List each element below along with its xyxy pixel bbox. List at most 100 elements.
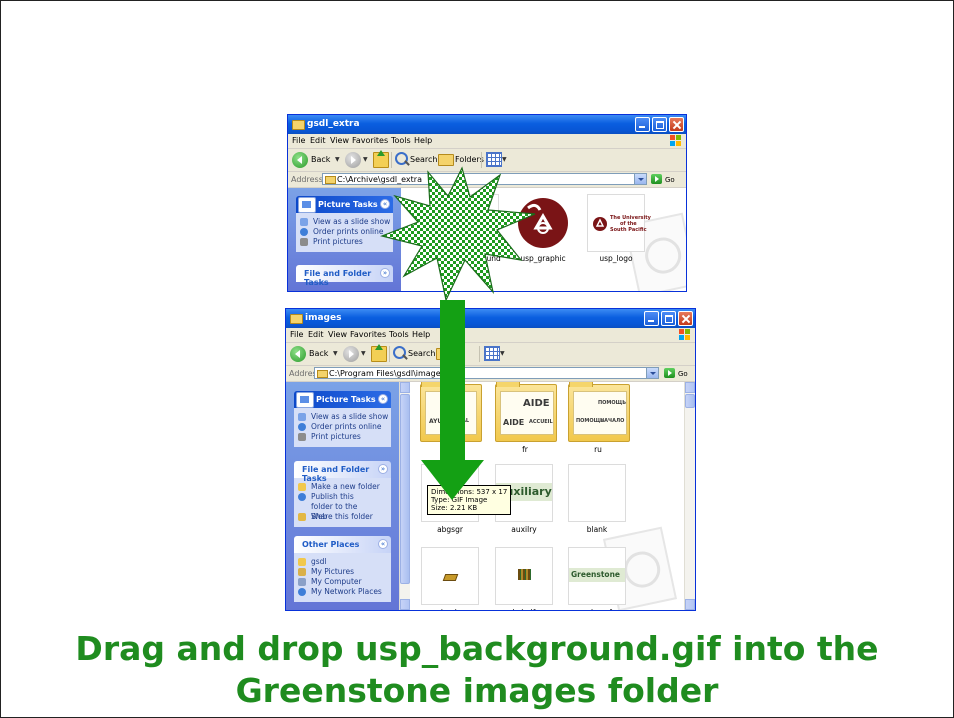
file-folder-tasks-header[interactable]: File and Folder Tasks » [296,265,393,287]
go-arrow-icon[interactable] [664,368,675,378]
task-label[interactable]: Order prints online [311,422,382,431]
address-dropdown-icon[interactable] [634,174,646,184]
folder-up-icon[interactable] [371,344,387,362]
picture-tasks-header[interactable]: Picture Tasks « [294,391,391,408]
back-dropdown-icon[interactable]: ▼ [333,350,338,357]
menu-view[interactable]: View [328,330,347,339]
views-icon[interactable] [486,152,502,167]
task-label[interactable]: Print pictures [313,237,363,246]
place-my-pictures[interactable]: My Pictures [294,567,391,577]
collapse-icon[interactable]: » [380,268,390,278]
menu-tools[interactable]: Tools [389,330,409,339]
maximize-button[interactable] [661,311,676,326]
other-places-header[interactable]: Other Places « [294,536,391,553]
search-button-label[interactable]: Search [408,349,435,358]
task-print-pictures[interactable]: Print pictures [294,432,391,442]
usp-logo-icon[interactable]: The University of the South Pacific [587,194,651,252]
task-share-folder[interactable]: Share this folder [294,512,391,522]
go-button-label[interactable]: Go [665,176,675,184]
views-dropdown-icon[interactable]: ▼ [500,350,505,357]
back-button-label[interactable]: Back [309,349,328,358]
task-view-slide-show[interactable]: View as a slide show [296,217,393,227]
address-value[interactable]: C:\Program Files\gsdl\images [329,369,445,378]
address-dropdown-icon[interactable] [646,368,658,378]
menu-favorites[interactable]: Favorites [350,330,386,339]
folder-label[interactable]: fr [485,445,565,454]
place-label[interactable]: My Pictures [311,567,354,576]
folders-icon[interactable] [438,154,454,166]
usp-graphic-icon[interactable] [514,194,572,252]
book-icon[interactable] [421,547,479,605]
task-order-prints[interactable]: Order prints online [296,227,393,237]
minimize-button[interactable] [644,311,659,326]
task-pane-scrollbar[interactable] [399,382,410,610]
title-bar[interactable]: images [286,309,695,328]
task-order-prints[interactable]: Order prints online [294,422,391,432]
menu-tools[interactable]: Tools [391,136,411,145]
task-publish-folder[interactable]: Publish this folder to the Web [294,492,375,521]
views-icon[interactable] [484,346,500,361]
file-label[interactable]: auxilry [484,525,564,534]
menu-file[interactable]: File [292,136,305,145]
menu-file[interactable]: File [290,330,303,339]
menu-view[interactable]: View [330,136,349,145]
address-value[interactable]: C:\Archive\gsdl_extra [337,175,422,184]
scroll-down-icon[interactable] [400,599,410,610]
menu-favorites[interactable]: Favorites [352,136,388,145]
menu-help[interactable]: Help [414,136,432,145]
back-dropdown-icon[interactable]: ▼ [335,156,340,163]
place-label[interactable]: My Computer [311,577,362,586]
forward-dropdown-icon[interactable]: ▼ [363,156,368,163]
task-label[interactable]: View as a slide show [311,412,388,421]
back-arrow-icon[interactable] [290,346,306,362]
search-icon[interactable] [395,152,408,165]
file-view-scrollbar[interactable] [684,382,695,610]
file-label[interactable]: book [410,608,490,610]
search-button-label[interactable]: Search [410,155,437,164]
place-my-computer[interactable]: My Computer [294,577,391,587]
maximize-button[interactable] [652,117,667,132]
file-label[interactable]: blank [557,525,637,534]
blank-icon[interactable] [568,464,626,522]
collapse-icon[interactable]: » [378,464,388,474]
usp-background-icon[interactable] [441,194,499,252]
file-label[interactable]: usp_background [430,254,510,263]
folders-button-label[interactable]: Folders [455,155,484,164]
place-gsdl[interactable]: gsdl [294,557,391,567]
file-label[interactable]: usp_graphic [503,254,583,263]
folders-icon[interactable] [436,348,452,360]
forward-dropdown-icon[interactable]: ▼ [361,350,366,357]
go-arrow-icon[interactable] [651,174,662,184]
search-icon[interactable] [393,346,406,359]
picture-tasks-header[interactable]: Picture Tasks « [296,196,393,213]
views-dropdown-icon[interactable]: ▼ [502,156,507,163]
menu-edit[interactable]: Edit [308,330,324,339]
scroll-up-icon[interactable] [400,382,410,393]
title-bar[interactable]: gsdl_extra [288,115,686,134]
task-view-slide-show[interactable]: View as a slide show [294,412,391,422]
cgbacgf-icon[interactable]: Greenstone [568,547,626,605]
collapse-icon[interactable]: « [378,539,388,549]
scrollbar-thumb[interactable] [685,394,695,408]
file-label[interactable]: usp_logo [576,254,656,263]
folder-up-icon[interactable] [373,150,389,168]
back-arrow-icon[interactable] [292,152,308,168]
scrollbar-thumb[interactable] [400,394,410,584]
address-field[interactable]: C:\Program Files\gsdl\images [314,367,659,379]
place-my-network-places[interactable]: My Network Places [294,587,391,597]
file-folder-tasks-header[interactable]: File and Folder Tasks » [294,461,391,483]
minimize-button[interactable] [635,117,650,132]
collapse-icon[interactable]: « [378,394,388,404]
back-button-label[interactable]: Back [311,155,330,164]
place-label[interactable]: My Network Places [311,587,382,596]
file-label[interactable]: cgbacgf [557,608,637,610]
folder-label[interactable]: ru [558,445,638,454]
close-button[interactable] [678,311,693,326]
task-label[interactable]: Make a new folder [311,482,380,491]
task-print-pictures[interactable]: Print pictures [296,237,393,247]
menu-help[interactable]: Help [412,330,430,339]
bshelf-icon[interactable] [495,547,553,605]
close-button[interactable] [669,117,684,132]
forward-arrow-icon[interactable] [343,346,359,362]
task-label[interactable]: View as a slide show [313,217,390,226]
